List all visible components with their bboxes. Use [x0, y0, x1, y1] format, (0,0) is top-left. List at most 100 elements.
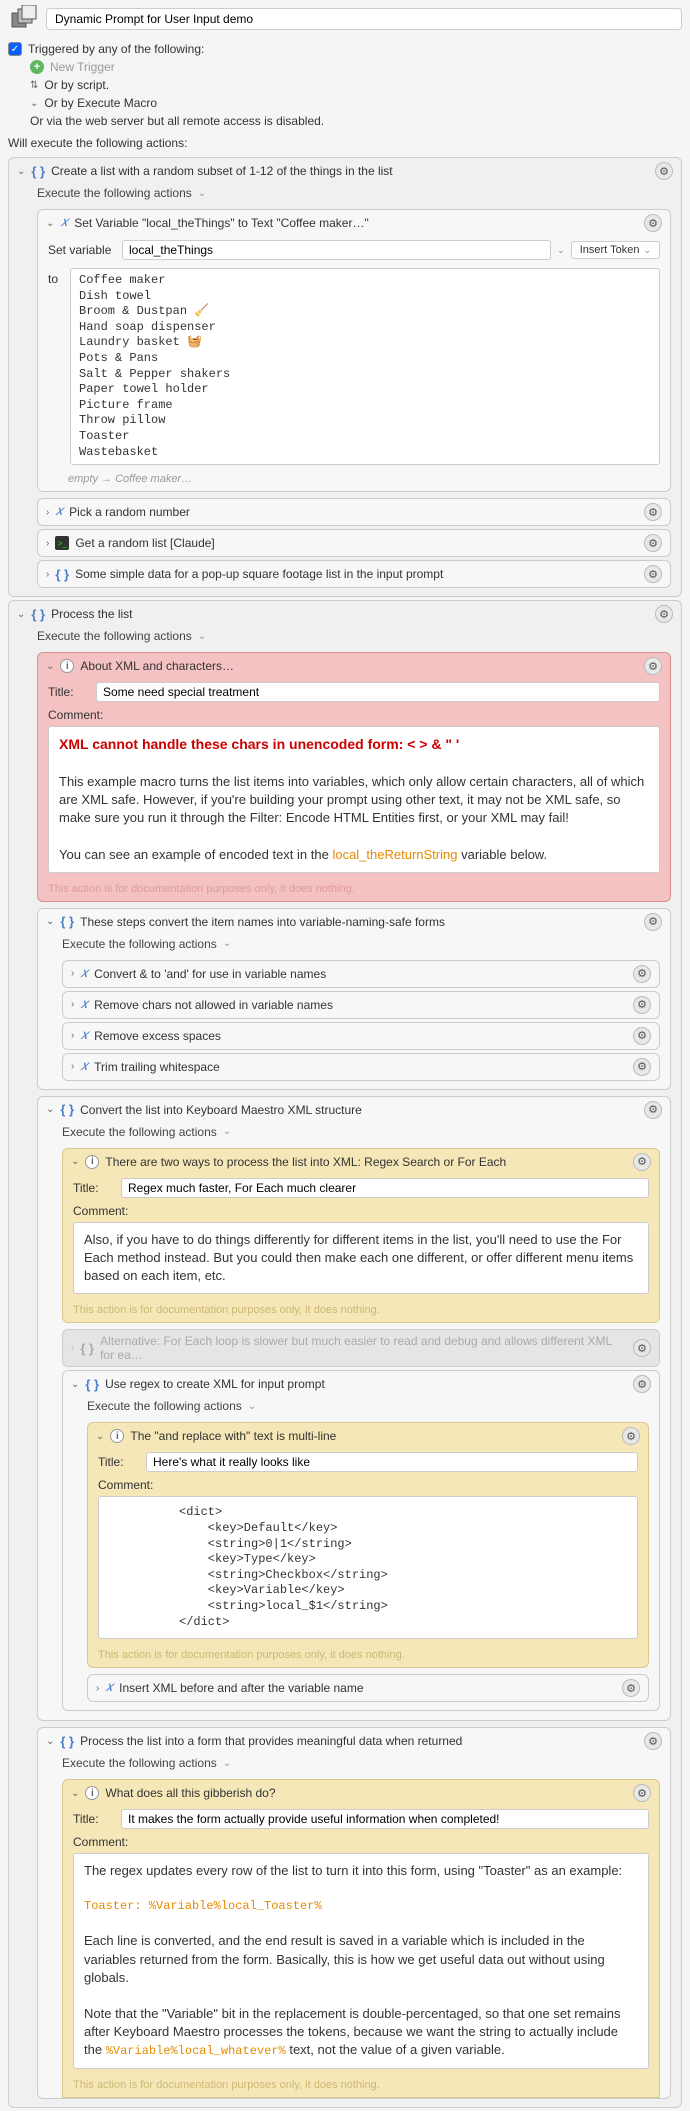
- gear-icon[interactable]: ⚙: [644, 534, 662, 552]
- gear-icon[interactable]: ⚙: [655, 605, 673, 623]
- chevron-down-icon[interactable]: ⌄: [46, 916, 54, 927]
- gear-icon[interactable]: ⚙: [644, 565, 662, 583]
- use-regex-group: ⌄ { } Use regex to create XML for input …: [62, 1370, 660, 1711]
- multiline-comment: ⌄ i The "and replace with" text is multi…: [87, 1422, 649, 1668]
- steps-convert-group: ⌄ { } These steps convert the item names…: [37, 908, 671, 1090]
- gear-icon[interactable]: ⚙: [644, 913, 662, 931]
- by-macro-label: Or by Execute Macro: [44, 96, 157, 110]
- by-script-label: Or by script.: [44, 78, 109, 92]
- simple-data-action: › { } Some simple data for a pop-up squa…: [37, 560, 671, 588]
- variable-icon: 𝑥: [80, 1028, 88, 1044]
- variable-icon: 𝑥: [55, 504, 63, 520]
- info-icon: i: [85, 1786, 99, 1800]
- chevron-down-icon[interactable]: ⌄: [46, 661, 54, 672]
- remove-chars-action: › 𝑥 Remove chars not allowed in variable…: [62, 991, 660, 1019]
- process-form-group: ⌄ { } Process the list into a form that …: [37, 1727, 671, 2099]
- chevron-right-icon[interactable]: ›: [46, 507, 49, 518]
- trim-whitespace-action: › 𝑥 Trim trailing whitespace ⚙: [62, 1053, 660, 1081]
- gear-icon[interactable]: ⚙: [644, 214, 662, 232]
- comment-body[interactable]: XML cannot handle these chars in unencod…: [48, 726, 660, 873]
- comment-title-input[interactable]: [146, 1452, 638, 1472]
- variable-icon: 𝑥: [80, 966, 88, 982]
- variable-icon: 𝑥: [80, 1059, 88, 1075]
- gear-icon[interactable]: ⚙: [633, 1375, 651, 1393]
- chevron-right-icon[interactable]: ›: [46, 538, 49, 549]
- comment-title-input[interactable]: [121, 1178, 649, 1198]
- convert-and-action: › 𝑥 Convert & to 'and' for use in variab…: [62, 960, 660, 988]
- set-variable-label: Set variable: [48, 243, 116, 257]
- setvar-title: Set Variable "local_theThings" to Text "…: [74, 216, 638, 230]
- chevron-down-icon[interactable]: ⌄: [223, 938, 231, 949]
- comment-body[interactable]: The regex updates every row of the list …: [73, 1853, 649, 2069]
- gear-icon[interactable]: ⚙: [644, 657, 662, 675]
- comment-body[interactable]: Also, if you have to do things different…: [73, 1222, 649, 1295]
- action-group-process-list: ⌄ { } Process the list ⚙ Execute the fol…: [8, 600, 682, 2108]
- chevron-down-icon[interactable]: ⌄: [30, 98, 38, 109]
- gibberish-comment: ⌄ i What does all this gibberish do? ⚙ T…: [62, 1779, 660, 2098]
- comment-title-input[interactable]: [96, 682, 660, 702]
- chevron-down-icon[interactable]: ⌄: [223, 1126, 231, 1137]
- execute-label: Will execute the following actions:: [0, 132, 690, 154]
- group2-title: Process the list: [51, 607, 649, 621]
- chevron-down-icon[interactable]: ⌄: [46, 218, 54, 229]
- get-random-list-action: › >_ Get a random list [Claude] ⚙: [37, 529, 671, 557]
- braces-icon: { }: [31, 607, 45, 622]
- gear-icon[interactable]: ⚙: [633, 996, 651, 1014]
- braces-icon: { }: [31, 164, 45, 179]
- insert-token-button[interactable]: Insert Token ⌄: [571, 241, 660, 259]
- gear-icon[interactable]: ⚙: [622, 1679, 640, 1697]
- variable-icon: 𝑥: [80, 997, 88, 1013]
- exec-label: Execute the following actions: [37, 186, 192, 200]
- convert-xml-group: ⌄ { } Convert the list into Keyboard Mae…: [37, 1096, 671, 1721]
- empty-hint: empty → Coffee maker…: [38, 469, 670, 491]
- chevron-down-icon[interactable]: ⌄: [198, 631, 206, 642]
- gear-icon[interactable]: ⚙: [633, 1339, 651, 1357]
- chevron-down-icon[interactable]: ⌄: [17, 609, 25, 620]
- macro-title-input[interactable]: [46, 8, 682, 30]
- comment-code[interactable]: <dict> <key>Default</key> <string>0|1</s…: [98, 1496, 638, 1639]
- remove-spaces-action: › 𝑥 Remove excess spaces ⚙: [62, 1022, 660, 1050]
- gear-icon[interactable]: ⚙: [633, 1784, 651, 1802]
- chevron-right-icon[interactable]: ›: [46, 569, 49, 580]
- dropdown-caret-icon[interactable]: ⌄: [557, 245, 565, 256]
- insert-xml-action: › 𝑥 Insert XML before and after the vari…: [87, 1674, 649, 1702]
- braces-icon: { }: [80, 1341, 94, 1356]
- gear-icon[interactable]: ⚙: [633, 1153, 651, 1171]
- action-group-create-list: ⌄ { } Create a list with a random subset…: [8, 157, 682, 597]
- web-server-label: Or via the web server but all remote acc…: [30, 114, 324, 128]
- pick-random-action: › 𝑥 Pick a random number ⚙: [37, 498, 671, 526]
- gear-icon[interactable]: ⚙: [633, 1058, 651, 1076]
- new-trigger-label[interactable]: New Trigger: [50, 60, 115, 74]
- chevron-down-icon[interactable]: ⌄: [17, 166, 25, 177]
- gear-icon[interactable]: ⚙: [633, 1027, 651, 1045]
- sort-icon: ⇅: [30, 80, 38, 91]
- to-label: to: [48, 268, 62, 286]
- app-icon: [8, 3, 40, 35]
- info-icon: i: [85, 1155, 99, 1169]
- variable-icon: 𝑥: [105, 1680, 113, 1696]
- info-icon: i: [60, 659, 74, 673]
- braces-icon: { }: [60, 914, 74, 929]
- exec-label: Execute the following actions: [37, 629, 192, 643]
- chevron-down-icon[interactable]: ⌄: [46, 1104, 54, 1115]
- gear-icon[interactable]: ⚙: [644, 1732, 662, 1750]
- terminal-icon: >_: [55, 536, 69, 550]
- chevron-down-icon[interactable]: ⌄: [198, 188, 206, 199]
- info-icon: i: [110, 1429, 124, 1443]
- braces-icon: { }: [55, 567, 69, 582]
- group1-title: Create a list with a random subset of 1-…: [51, 164, 649, 178]
- variable-name-input[interactable]: [122, 240, 551, 260]
- gear-icon[interactable]: ⚙: [644, 503, 662, 521]
- enabled-checkbox[interactable]: ✓: [8, 42, 22, 56]
- comment-title-input[interactable]: [121, 1809, 649, 1829]
- gear-icon[interactable]: ⚙: [633, 965, 651, 983]
- braces-icon: { }: [85, 1377, 99, 1392]
- add-trigger-icon[interactable]: +: [30, 60, 44, 74]
- gear-icon[interactable]: ⚙: [622, 1427, 640, 1445]
- gear-icon[interactable]: ⚙: [655, 162, 673, 180]
- set-variable-action: ⌄ 𝑥 Set Variable "local_theThings" to Te…: [37, 209, 671, 492]
- braces-icon: { }: [60, 1102, 74, 1117]
- gear-icon[interactable]: ⚙: [644, 1101, 662, 1119]
- variable-icon: 𝑥: [60, 215, 68, 231]
- variable-value-textarea[interactable]: Coffee maker Dish towel Broom & Dustpan …: [70, 268, 660, 465]
